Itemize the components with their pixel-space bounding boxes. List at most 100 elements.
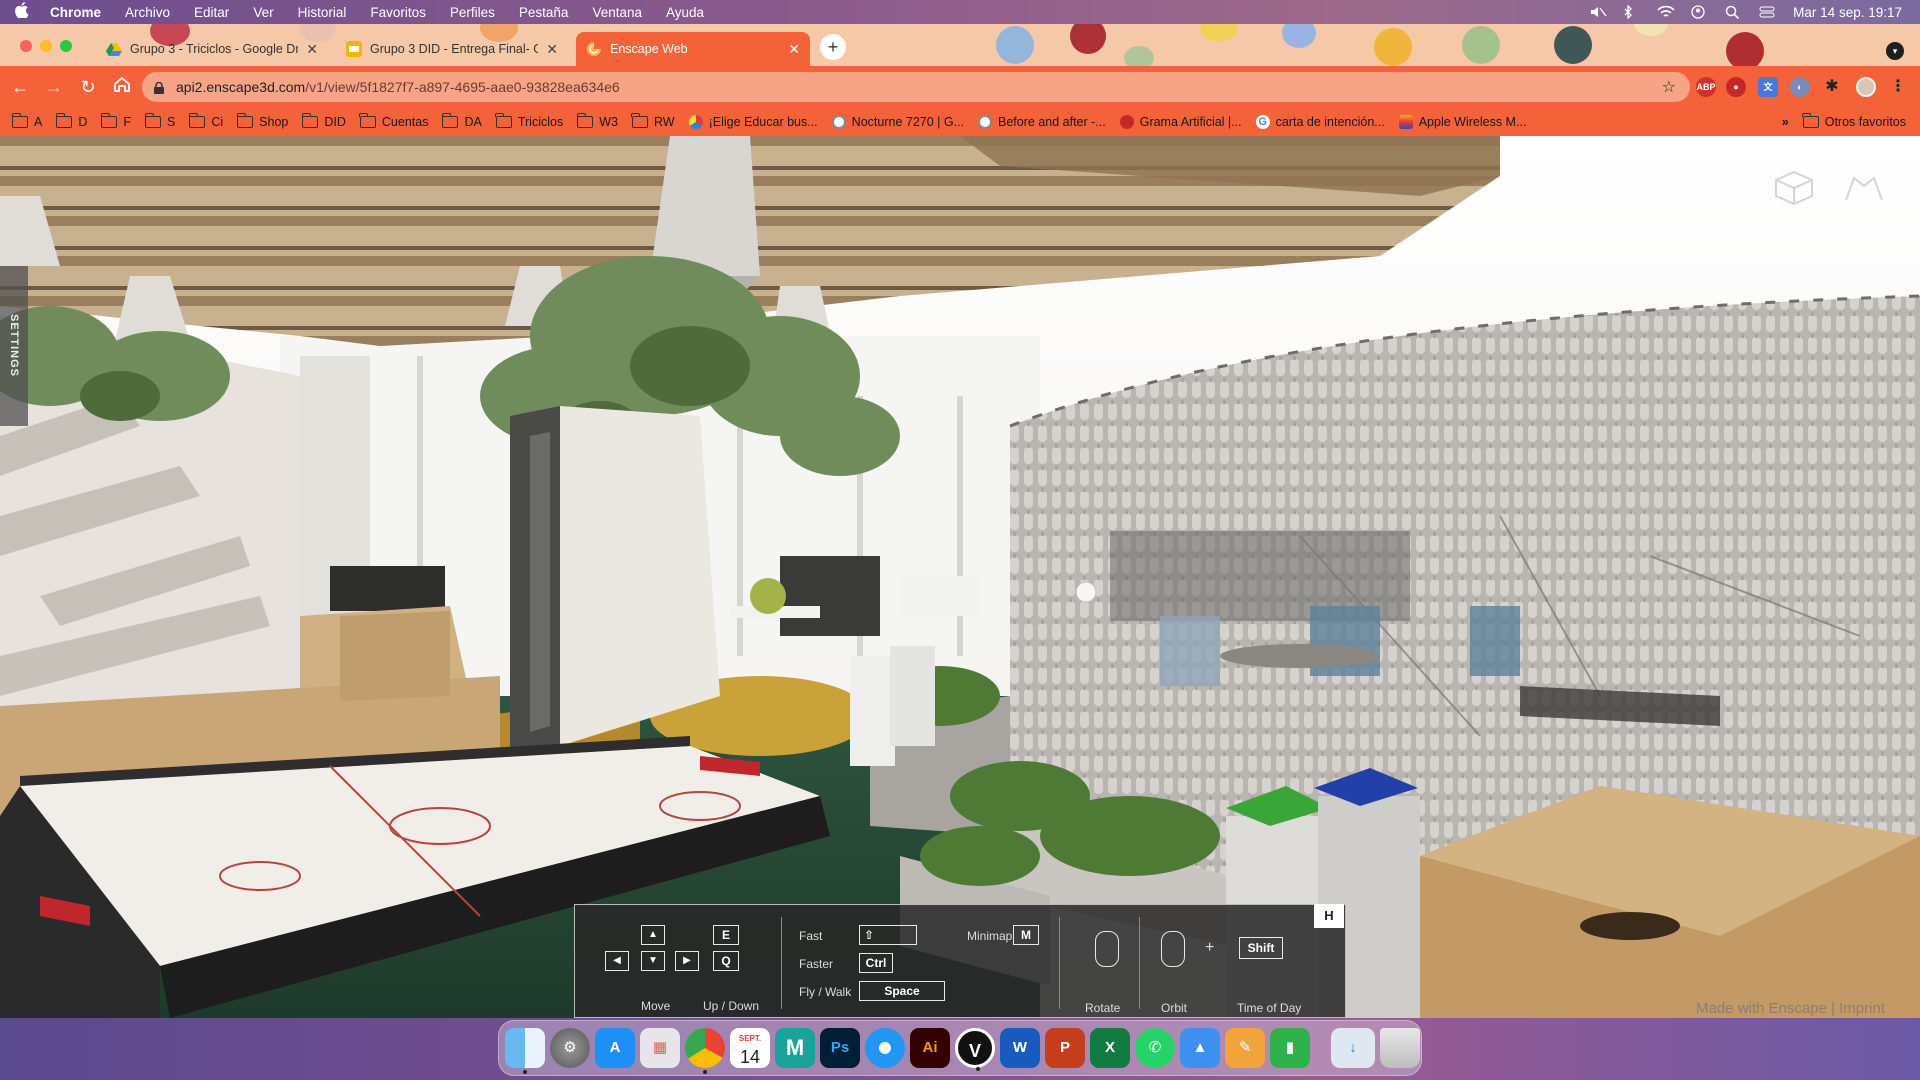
bookmark-folder[interactable]: A [11,113,42,129]
bookmark-folder[interactable]: D [55,113,87,129]
close-tab-icon[interactable]: ✕ [546,41,558,58]
zoom-window-button[interactable] [60,40,72,52]
enscape-watermark[interactable]: Made with Enscape | Imprint [1696,1000,1885,1017]
apple-menu-icon[interactable] [0,2,44,22]
google-drive-icon [106,41,122,57]
adblock-plus-icon[interactable]: ABP [1696,77,1716,97]
bookmark-label: F [123,115,132,129]
launchpad-icon[interactable]: ▦ [640,1028,680,1068]
arrow-left-key-icon: ◀ [605,951,629,971]
vr-headset-icon[interactable] [1842,172,1886,206]
pages-icon[interactable]: ✎ [1225,1028,1265,1068]
control-center-icon[interactable] [1759,5,1775,19]
lock-icon[interactable] [154,81,164,94]
numbers-icon[interactable]: ▮ [1270,1028,1310,1068]
new-tab-button[interactable]: + [820,34,846,60]
chrome-icon[interactable] [685,1028,725,1074]
search-icon[interactable] [1725,5,1741,20]
bookmark-folder[interactable]: Ci [188,113,223,129]
calendar-icon[interactable]: SEPT. 14 [730,1028,770,1068]
bookmarks-overflow-button[interactable]: » [1782,115,1789,129]
home-icon[interactable] [108,73,136,101]
tab-enscape[interactable]: Enscape Web ✕ [576,32,810,66]
menu-editar[interactable]: Editar [182,5,241,20]
bookmark-folder[interactable]: DA [441,113,482,129]
powerpoint-icon[interactable]: P [1045,1028,1085,1068]
settings-panel-toggle[interactable]: SETTINGS [0,266,28,426]
enscape-viewport[interactable]: SETTINGS ▲ ◀ ▼ ▶ Move E Q Up / Down Fast… [0,136,1920,1018]
safari-icon[interactable] [865,1028,905,1068]
bookmark-link[interactable]: Gcarta de intención... [1255,115,1385,129]
bookmark-folder[interactable]: Triciclos [495,113,563,129]
back-icon[interactable]: ← [6,73,34,101]
wallpaper-dot [1124,46,1154,66]
tab-search-icon[interactable]: ▾ [1886,42,1904,60]
app-store-icon[interactable]: A [595,1028,635,1068]
menu-historial[interactable]: Historial [286,5,359,20]
menu-favoritos[interactable]: Favoritos [358,5,438,20]
maya-icon[interactable]: M [775,1028,815,1068]
move-label: Move [641,999,671,1013]
more-icon[interactable]: ⋮ [1888,77,1908,97]
bookmark-star-icon[interactable]: ☆ [1662,77,1676,97]
photoshop-icon[interactable]: Ps [820,1028,860,1068]
excel-icon[interactable]: X [1090,1028,1130,1068]
extension-icon[interactable]: ◐ [1790,77,1810,97]
keynote-icon[interactable]: ▲ [1180,1028,1220,1068]
bookmark-link[interactable]: Grama Artificial |... [1119,115,1242,129]
tab-slides[interactable]: Grupo 3 DID - Entrega Final- G ✕ [336,32,568,66]
address-bar[interactable]: api2.enscape3d.com/v1/view/5f1827f7-a897… [142,72,1690,102]
bookmark-folder[interactable]: RW [631,113,675,129]
bluetooth-icon[interactable] [1623,4,1639,20]
bookmark-folder[interactable]: F [100,113,132,129]
bookmark-link[interactable]: Apple Wireless M... [1398,115,1526,129]
downloads-stack-icon[interactable]: ↓ [1331,1028,1375,1068]
menu-perfiles[interactable]: Perfiles [438,5,507,20]
illustrator-icon[interactable]: Ai [910,1028,950,1068]
bookmark-label: ¡Elige Educar bus... [708,115,818,129]
close-tab-icon[interactable]: ✕ [788,41,800,58]
running-indicator [523,1070,527,1074]
trash-icon[interactable] [1380,1028,1420,1068]
menu-ventana[interactable]: Ventana [580,5,654,20]
puzzle-icon[interactable]: ✱ [1822,77,1842,97]
user-icon[interactable] [1691,5,1707,19]
bookmark-folder[interactable]: Cuentas [359,113,428,129]
other-bookmarks[interactable]: Otros favoritos [1802,113,1906,129]
bookmark-folder[interactable]: W3 [576,113,618,129]
vectorworks-icon[interactable]: V [955,1028,995,1071]
macos-dock: ⚙ A ▦ SEPT. 14 M Ps Ai V W P X ✆ ▲ ✎ ▮ ↓ [498,1020,1422,1076]
adblock-icon[interactable]: ● [1726,77,1746,97]
bookmark-link[interactable]: Nocturne 7270 | G... [831,115,964,129]
menu-ver[interactable]: Ver [241,5,285,20]
close-window-button[interactable] [20,40,32,52]
finder-icon[interactable] [505,1028,545,1074]
menu-archivo[interactable]: Archivo [113,5,182,20]
bookmark-link[interactable]: Before and after -... [978,115,1106,129]
forward-icon[interactable]: → [40,73,68,101]
macos-menu-bar: Chrome Archivo Editar Ver Historial Favo… [0,0,1920,24]
hide-controls-button[interactable]: H [1314,904,1344,928]
mute-icon[interactable] [1589,5,1607,19]
wifi-icon[interactable] [1657,5,1675,19]
whatsapp-icon[interactable]: ✆ [1135,1028,1175,1068]
close-tab-icon[interactable]: ✕ [306,41,318,58]
menu-pestana[interactable]: Pestaña [507,5,581,20]
word-icon[interactable]: W [1000,1028,1040,1068]
tab-drive[interactable]: Grupo 3 - Triciclos - Google Dr ✕ [96,32,328,66]
google-translate-icon[interactable]: 文 [1758,77,1778,97]
bookmark-folder[interactable]: S [144,113,175,129]
bookmark-folder[interactable]: Shop [236,113,288,129]
globe-icon [978,115,993,129]
menu-app-name[interactable]: Chrome [44,5,113,20]
minimize-window-button[interactable] [40,40,52,52]
bookmark-link[interactable]: ¡Elige Educar bus... [688,115,818,129]
bookmark-folder[interactable]: DID [301,113,346,129]
profile-avatar-icon[interactable] [1856,77,1876,97]
reload-icon[interactable]: ↻ [74,73,102,101]
running-indicator [703,1070,707,1074]
menu-ayuda[interactable]: Ayuda [654,5,716,20]
view-cube-icon[interactable] [1772,168,1816,208]
clock[interactable]: Mar 14 sep. 19:17 [1793,5,1902,20]
system-preferences-icon[interactable]: ⚙ [550,1028,590,1068]
